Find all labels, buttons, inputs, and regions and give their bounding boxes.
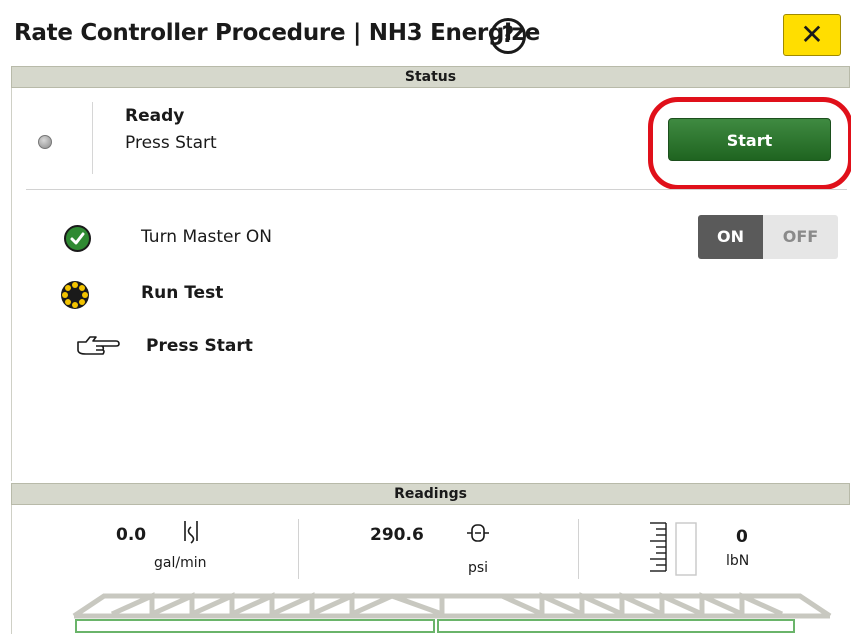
close-button[interactable]: ✕: [783, 14, 841, 56]
status-indicator-icon: [38, 135, 52, 149]
rate-value: 0: [736, 527, 748, 547]
flow-meter-icon: [184, 521, 198, 544]
step-run-test: Run Test: [141, 283, 224, 303]
step-press-start: Press Start: [146, 336, 253, 356]
rate-unit: lbN: [726, 553, 750, 569]
status-panel: Ready Press Start Start Turn Master ON O…: [11, 88, 851, 481]
readings-panel: 0.0 gal/min 290.6 psi 0 lbN: [11, 505, 850, 634]
check-complete-icon: [64, 225, 91, 252]
divider: [578, 519, 579, 579]
boom-sections-graphic: [72, 592, 832, 633]
pointing-hand-icon: [77, 336, 120, 355]
page-title: Rate Controller Procedure | NH3 Energize: [14, 20, 541, 46]
in-progress-icon: [61, 281, 89, 309]
master-toggle[interactable]: ON OFF: [698, 215, 838, 259]
help-button[interactable]: ?: [490, 18, 526, 54]
pressure-unit: psi: [468, 560, 489, 576]
divider: [298, 519, 299, 579]
pressure-value: 290.6: [370, 525, 424, 545]
step-turn-master-on: Turn Master ON: [141, 227, 273, 247]
title-bar: Rate Controller Procedure | NH3 Energize…: [0, 0, 851, 66]
readings-section-header: Readings: [11, 483, 850, 505]
start-button[interactable]: Start: [668, 118, 831, 161]
status-title: Ready: [125, 106, 185, 126]
status-subtitle: Press Start: [125, 133, 217, 153]
level-gauge-icon: [650, 522, 697, 576]
status-section-header: Status: [11, 66, 850, 88]
divider: [26, 189, 847, 190]
flow-value: 0.0: [116, 525, 147, 545]
tank-pressure-icon: [467, 524, 489, 542]
toggle-on-option[interactable]: ON: [698, 215, 763, 259]
flow-unit: gal/min: [154, 555, 207, 571]
toggle-off-option[interactable]: OFF: [763, 215, 838, 259]
divider: [92, 102, 93, 174]
